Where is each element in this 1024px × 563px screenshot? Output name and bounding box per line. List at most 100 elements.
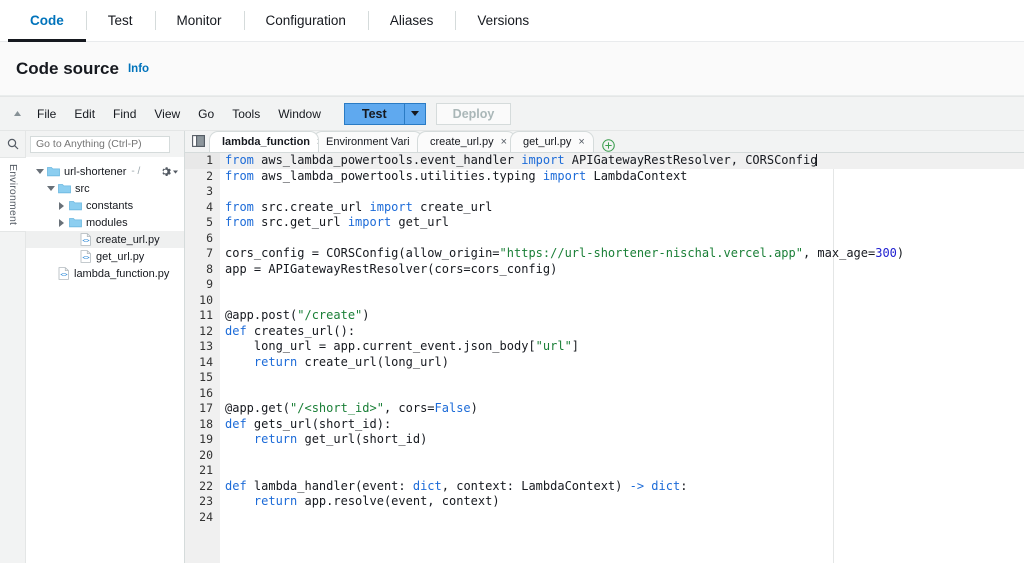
- line-number: 22: [199, 478, 213, 493]
- tree-item-lambda-function-py[interactable]: <> lambda_function.py: [26, 265, 184, 282]
- code-token: APIGatewayRestResolver, CORSConfig: [571, 153, 818, 167]
- code-line[interactable]: [220, 231, 1024, 247]
- environment-rail-label: Environment: [7, 164, 19, 226]
- editor-tab-label: create_url.py: [430, 136, 494, 148]
- search-icon[interactable]: [0, 131, 25, 157]
- code-line[interactable]: cors_config = CORSConfig(allow_origin="h…: [220, 246, 1024, 262]
- chevron-right-icon[interactable]: [56, 201, 67, 210]
- code-token: long_url = app.current_event.json_body[: [225, 339, 536, 353]
- editor-tab-environment-vari[interactable]: Environment Vari ×: [313, 131, 423, 152]
- editor-tab-lambda-function[interactable]: lambda_function ×: [209, 131, 319, 152]
- line-number: 11: [199, 308, 213, 322]
- file-tree-panel: url-shortener - / src constants modules <> c…: [26, 131, 185, 563]
- editor-tab-label: Environment Vari: [326, 136, 410, 148]
- deploy-button[interactable]: Deploy: [435, 102, 512, 125]
- tree-item-create-url-py[interactable]: <> create_url.py: [26, 231, 184, 248]
- tab-monitor[interactable]: Monitor: [154, 0, 244, 41]
- code-token: (short_id):: [311, 416, 392, 431]
- code-line[interactable]: from src.create_url import create_url: [220, 200, 1024, 216]
- code-token: cors_config = CORSConfig(allow_origin=: [225, 246, 500, 260]
- code-line[interactable]: @app.get("/<short_id>", cors=False): [220, 401, 1024, 417]
- code-line[interactable]: [220, 293, 1024, 309]
- code-line[interactable]: [220, 448, 1024, 464]
- code-line[interactable]: app = APIGatewayRestResolver(cors=cors_c…: [220, 262, 1024, 278]
- code-token: from: [225, 168, 262, 183]
- tab-versions[interactable]: Versions: [455, 0, 551, 41]
- new-tab-icon[interactable]: [598, 139, 620, 152]
- code-line[interactable]: return get_url(short_id): [220, 432, 1024, 448]
- toggle-tree-panel-icon[interactable]: [187, 130, 209, 152]
- code-lines[interactable]: from aws_lambda_powertools.event_handler…: [220, 153, 1024, 525]
- tab-code[interactable]: Code: [8, 0, 86, 42]
- editor-tab-create-url-py[interactable]: create_url.py ×: [417, 131, 517, 152]
- code-line[interactable]: [220, 386, 1024, 402]
- menu-item-file[interactable]: File: [28, 103, 65, 125]
- code-line[interactable]: return app.resolve(event, context): [220, 494, 1024, 510]
- code-line[interactable]: [220, 463, 1024, 479]
- editor-tab-get-url-py[interactable]: get_url.py ×: [510, 131, 594, 152]
- code-line[interactable]: from aws_lambda_powertools.utilities.typ…: [220, 169, 1024, 185]
- code-line[interactable]: [220, 370, 1024, 386]
- code-line[interactable]: def gets_url(short_id):: [220, 417, 1024, 433]
- tab-aliases[interactable]: Aliases: [367, 0, 456, 41]
- menu-item-edit[interactable]: Edit: [65, 103, 104, 125]
- code-line[interactable]: @app.post("/create"): [220, 308, 1024, 324]
- tree-item-constants[interactable]: constants: [26, 197, 184, 214]
- code-line[interactable]: [220, 277, 1024, 293]
- chevron-down-icon[interactable]: [45, 186, 56, 191]
- tree-item-get-url-py[interactable]: <> get_url.py: [26, 248, 184, 265]
- environment-rail-tab[interactable]: Environment: [0, 157, 26, 233]
- code-line[interactable]: return create_url(long_url): [220, 355, 1024, 371]
- info-link[interactable]: Info: [128, 63, 149, 75]
- file-tree-items: src constants modules <> create_url.py <> get_…: [26, 180, 184, 282]
- code-line[interactable]: long_url = app.current_event.json_body["…: [220, 339, 1024, 355]
- code-file-icon: <>: [80, 250, 92, 263]
- code-token: "url": [535, 339, 572, 353]
- editor-tab-label: get_url.py: [523, 136, 572, 148]
- code-token: lambda_handler: [253, 478, 356, 493]
- tree-item-modules[interactable]: modules: [26, 214, 184, 231]
- code-token: "/<short_id>": [290, 401, 384, 415]
- collapse-panel-icon[interactable]: [6, 103, 28, 125]
- code-token: ->: [629, 478, 652, 493]
- tab-configuration[interactable]: Configuration: [243, 0, 368, 41]
- line-number: 12: [199, 323, 213, 338]
- code-line[interactable]: def creates_url():: [220, 324, 1024, 340]
- menu-item-go[interactable]: Go: [189, 103, 223, 125]
- tree-root-label: url-shortener: [64, 165, 127, 178]
- close-icon[interactable]: ×: [317, 136, 318, 148]
- code-token: src.create_url: [261, 199, 370, 214]
- code-token: @app.get(: [225, 401, 291, 415]
- tree-settings-gear-icon[interactable]: [160, 166, 178, 177]
- menu-item-tools[interactable]: Tools: [223, 103, 269, 125]
- code-line[interactable]: from aws_lambda_powertools.event_handler…: [220, 153, 1024, 169]
- code-token: def: [225, 478, 254, 493]
- line-number: 6: [206, 230, 213, 245]
- tree-item-label: get_url.py: [96, 250, 145, 263]
- menu-item-view[interactable]: View: [145, 103, 189, 125]
- code-line[interactable]: [220, 184, 1024, 200]
- chevron-down-icon[interactable]: [34, 169, 45, 174]
- menu-item-window[interactable]: Window: [269, 103, 330, 125]
- close-icon[interactable]: ×: [501, 136, 507, 148]
- chevron-right-icon[interactable]: [56, 218, 67, 227]
- code-token: gets_url: [253, 416, 312, 431]
- close-icon[interactable]: ×: [578, 136, 584, 148]
- code-line[interactable]: from src.get_url import get_url: [220, 215, 1024, 231]
- tab-test[interactable]: Test: [85, 0, 155, 41]
- test-dropdown-caret-icon[interactable]: [403, 102, 426, 125]
- ide-container: File Edit Find View Go Tools Window Test Deplo…: [0, 96, 1024, 563]
- line-number: 5: [206, 215, 213, 229]
- code-token: return: [253, 432, 305, 446]
- tree-row-root[interactable]: url-shortener - /: [26, 163, 184, 180]
- code-line[interactable]: def lambda_handler(event: dict, context:…: [220, 479, 1024, 495]
- code-area[interactable]: 1 2 3 4 5 6 7 8 9 10 11 12 13 14 15 16 17 18 19 20 21 22 23 24 …: [185, 153, 1024, 563]
- test-button[interactable]: Test: [343, 102, 404, 125]
- go-to-anything-input[interactable]: [30, 135, 170, 153]
- menu-items-group: File Edit Find View Go Tools Window: [28, 103, 330, 125]
- menu-item-find[interactable]: Find: [104, 103, 145, 125]
- code-line[interactable]: [220, 510, 1024, 526]
- tree-item-src[interactable]: src: [26, 180, 184, 197]
